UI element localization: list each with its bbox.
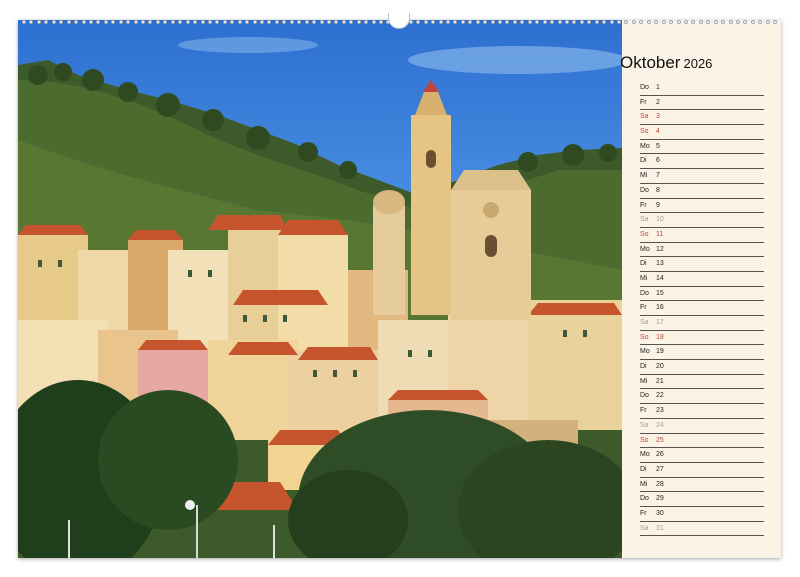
weekday-label: Fr: [640, 407, 647, 415]
weekday-label: So: [640, 436, 649, 444]
day-row: Mo 12: [640, 243, 764, 258]
day-row: Mi 7: [640, 169, 764, 184]
weekday-label: Fr: [640, 509, 647, 517]
day-number: 14: [656, 274, 664, 282]
day-number: 1: [656, 84, 660, 91]
weekday-label: So: [640, 128, 649, 136]
weekday-label: Do: [640, 392, 649, 400]
day-number: 16: [656, 304, 664, 312]
weekday-label: Mo: [640, 245, 650, 253]
day-number: 13: [656, 260, 664, 268]
day-row: Do 15: [640, 287, 764, 302]
day-row: Do 22: [640, 389, 764, 405]
day-row: Fr 30: [640, 507, 764, 522]
day-row: Sa 24: [640, 419, 764, 434]
day-row: Do 8: [640, 184, 764, 199]
weekday-label: Sa: [640, 319, 649, 326]
day-row: Do 29: [640, 492, 764, 507]
day-row: Sa 3: [640, 110, 764, 126]
day-number: 8: [656, 186, 660, 194]
day-row: Fr 9: [640, 199, 764, 214]
day-number: 27: [656, 465, 664, 473]
weekday-label: Mo: [640, 451, 650, 459]
day-number: 25: [656, 436, 664, 444]
day-number: 6: [656, 157, 660, 165]
weekday-label: Mi: [640, 377, 648, 385]
day-row: Mo 26: [640, 448, 764, 463]
weekday-label: Sa: [640, 113, 649, 121]
weekday-label: Di: [640, 157, 647, 165]
day-number: 3: [656, 113, 660, 121]
month-name: Oktober: [620, 53, 681, 72]
weekday-label: So: [640, 333, 649, 341]
day-row: Mi 21: [640, 375, 764, 390]
weekday-label: Mi: [640, 274, 648, 282]
weekday-label: Sa: [640, 421, 649, 429]
month-title: Oktober 2026: [620, 53, 712, 73]
day-row: Do 1: [640, 81, 764, 96]
day-number: 9: [656, 201, 660, 209]
day-row: Fr 2: [640, 96, 764, 111]
day-row: So 4: [640, 125, 764, 140]
weekday-label: Fr: [640, 98, 647, 106]
day-number: 24: [656, 421, 664, 429]
day-number: 23: [656, 407, 664, 415]
day-row: Mi 28: [640, 478, 764, 493]
day-row: Di 27: [640, 463, 764, 478]
day-list: Do 1 Fr 2 Sa 3 So 4 Mo 5 Di 6 Mi 7 Do 8 Fr 9 Sa 10 So 11 Mo 12 D…: [640, 81, 764, 537]
day-row: Mo 19: [640, 345, 764, 361]
day-number: 21: [656, 377, 664, 385]
weekday-label: Fr: [640, 304, 647, 312]
weekday-label: Do: [640, 289, 649, 297]
day-row: Mo 5: [640, 140, 764, 155]
weekday-label: Di: [640, 363, 647, 371]
day-row: Sa 17: [640, 316, 764, 331]
day-row: Fr 16: [640, 301, 764, 316]
weekday-label: Sa: [640, 216, 649, 224]
landscape-photo: [18, 20, 622, 558]
weekday-label: Mo: [640, 348, 650, 356]
day-row: So 25: [640, 434, 764, 449]
weekday-label: Fr: [640, 201, 647, 209]
day-number: 31: [656, 524, 664, 532]
day-number: 11: [656, 230, 664, 238]
hillside-town-illustration: [18, 37, 622, 558]
day-number: 20: [656, 363, 664, 371]
day-number: 30: [656, 509, 664, 517]
day-row: Di 20: [640, 360, 764, 375]
day-number: 7: [656, 172, 660, 180]
day-number: 18: [656, 333, 664, 341]
day-number: 17: [656, 319, 664, 326]
day-number: 29: [656, 495, 664, 503]
day-row: So 11: [640, 228, 764, 243]
day-number: 12: [656, 245, 664, 253]
weekday-label: Di: [640, 260, 647, 268]
day-number: 4: [656, 128, 660, 136]
day-number: 22: [656, 392, 664, 400]
weekday-label: Mi: [640, 480, 648, 488]
day-row: Sa 31: [640, 522, 764, 537]
day-number: 10: [656, 216, 664, 224]
day-row: Di 13: [640, 257, 764, 272]
day-row: Fr 23: [640, 404, 764, 419]
year-label: 2026: [683, 56, 713, 71]
weekday-label: Mi: [640, 172, 648, 180]
weekday-label: Sa: [640, 524, 649, 532]
weekday-label: Do: [640, 186, 649, 194]
weekday-label: Do: [640, 84, 649, 91]
day-row: Sa 10: [640, 213, 764, 228]
day-number: 19: [656, 348, 664, 356]
weekday-label: Mo: [640, 142, 650, 150]
day-number: 28: [656, 480, 664, 488]
day-number: 5: [656, 142, 660, 150]
weekday-label: So: [640, 230, 649, 238]
day-number: 2: [656, 98, 660, 106]
day-number: 15: [656, 289, 664, 297]
day-number: 26: [656, 451, 664, 459]
day-row: Di 6: [640, 154, 764, 170]
day-row: So 18: [640, 331, 764, 346]
weekday-label: Do: [640, 495, 649, 503]
weekday-label: Di: [640, 465, 647, 473]
day-row: Mi 14: [640, 272, 764, 287]
